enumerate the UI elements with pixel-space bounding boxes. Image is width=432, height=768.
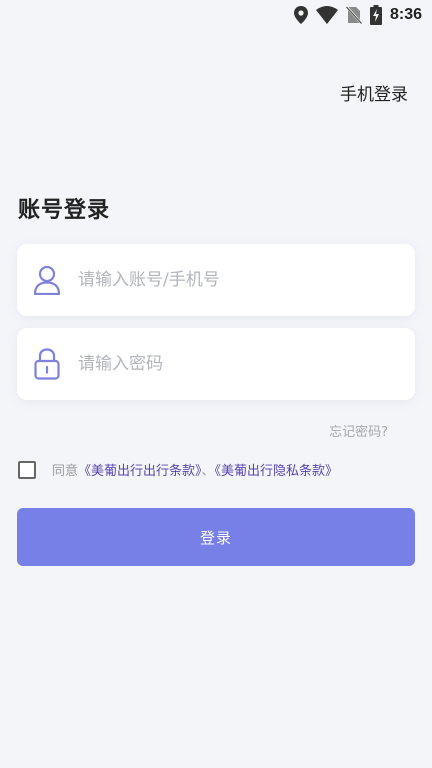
no-sim-icon (345, 6, 362, 24)
battery-charging-icon (369, 5, 382, 25)
page-title: 账号登录 (18, 198, 111, 223)
wifi-icon (315, 6, 338, 24)
password-field[interactable] (17, 328, 415, 400)
user-icon (32, 263, 62, 297)
agreement-row: 同意《美葡出行出行条款》、《美葡出行隐私条款》 (18, 460, 338, 479)
password-input[interactable] (78, 344, 415, 384)
terms-link[interactable]: 《美葡出行出行条款》 (78, 464, 202, 479)
forgot-password-link[interactable]: 忘记密码? (329, 421, 388, 440)
account-input[interactable] (78, 260, 415, 300)
location-icon (293, 6, 308, 24)
agreement-prefix: 同意 (52, 464, 79, 479)
lock-icon (32, 347, 62, 381)
agreement-checkbox[interactable] (18, 460, 36, 479)
status-time: 8:36 (389, 6, 422, 23)
login-button[interactable]: 登录 (17, 508, 415, 566)
phone-login-link[interactable]: 手机登录 (340, 80, 408, 105)
privacy-link[interactable]: 《美葡出行隐私条款》 (215, 464, 339, 479)
agreement-separator: 、 (201, 464, 215, 479)
status-bar: 8:36 (0, 0, 432, 30)
agreement-text: 同意《美葡出行出行条款》、《美葡出行隐私条款》 (52, 460, 338, 479)
account-field[interactable] (17, 244, 415, 316)
